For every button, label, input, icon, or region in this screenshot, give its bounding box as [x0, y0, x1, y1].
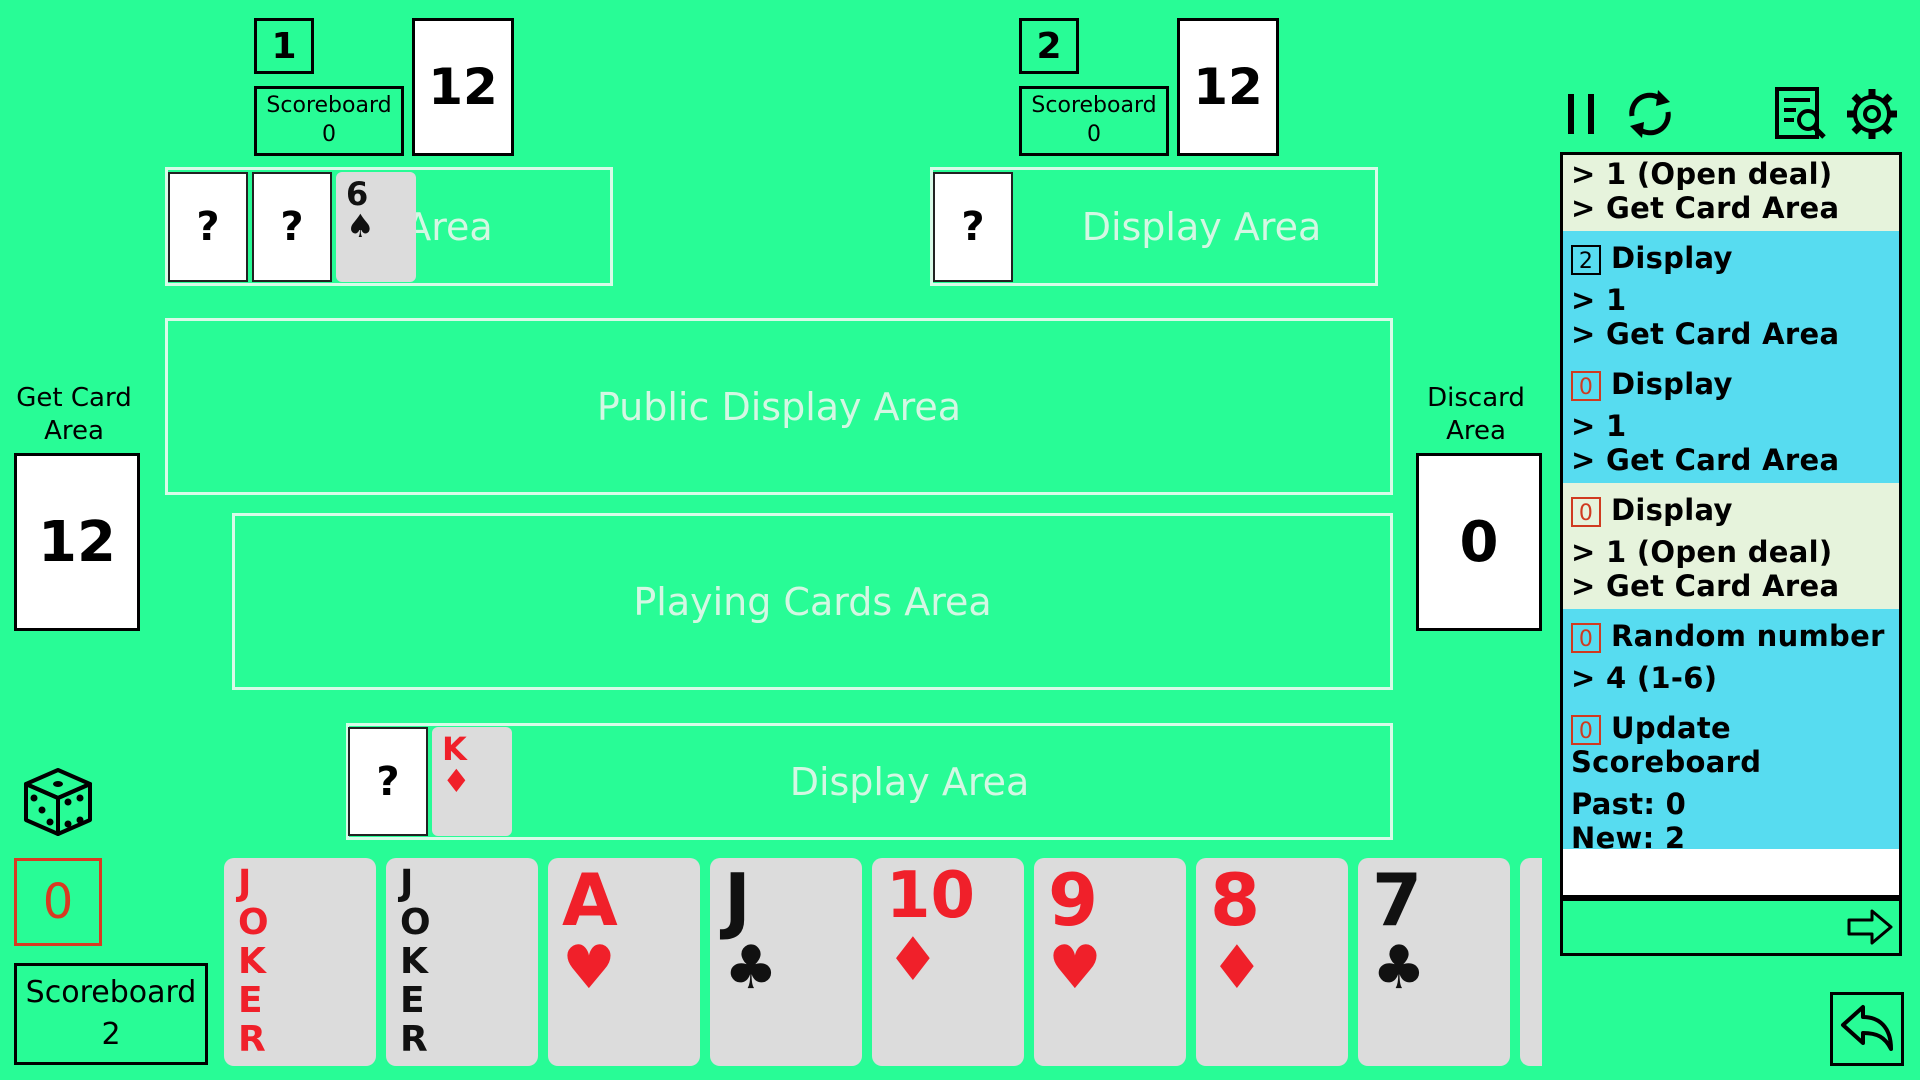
card-rank: 8 — [1210, 858, 1261, 942]
dice-icon[interactable] — [20, 764, 96, 840]
hand-card-jack-clubs[interactable]: J ♣ — [710, 858, 862, 1066]
hand-card-ace-hearts[interactable]: A ♥ — [548, 858, 700, 1066]
hand-card-partial[interactable] — [1520, 858, 1542, 1066]
club-icon: ♣ — [724, 933, 778, 1003]
hand-card-9-hearts[interactable]: 9 ♥ — [1034, 858, 1186, 1066]
hand-card-7-clubs[interactable]: 7 ♣ — [1358, 858, 1510, 1066]
card-rank: A — [562, 858, 618, 942]
log-title: Display — [1611, 241, 1733, 275]
my-score-badge: 0 — [14, 858, 102, 946]
log-title: Display — [1611, 367, 1733, 401]
log-entry: > 1 (Open deal) > Get Card Area — [1563, 155, 1899, 231]
hand-card-black-joker[interactable]: JOKER — [386, 858, 538, 1066]
hand-area: JOKER JOKER A ♥ J ♣ 10 ♦ 9 ♥ 8 ♦ 7 ♣ — [222, 0, 1542, 1080]
arrow-right-icon[interactable] — [1846, 908, 1894, 946]
hand-card-8-diamonds[interactable]: 8 ♦ — [1196, 858, 1348, 1066]
log-entry: 2 Display > 1 > Get Card Area — [1563, 231, 1899, 357]
gear-icon[interactable] — [1844, 86, 1900, 142]
log-entry: 0 Display > 1 > Get Card Area — [1563, 357, 1899, 483]
hand-card-red-joker[interactable]: JOKER — [224, 858, 376, 1066]
heart-icon: ♥ — [1048, 933, 1102, 1003]
player-tag: 2 — [1571, 245, 1601, 275]
scoreboard-label: Scoreboard — [25, 975, 197, 1010]
get-card-pile[interactable]: 12 — [14, 453, 140, 631]
card-rank: JOKER — [238, 863, 269, 1060]
card-rank: J — [724, 858, 751, 942]
card-rank: JOKER — [400, 863, 431, 1060]
hand-card-10-diamonds[interactable]: 10 ♦ — [872, 858, 1024, 1066]
action-log-panel[interactable]: > 1 (Open deal) > Get Card Area 2 Display… — [1560, 152, 1902, 898]
heart-icon: ♥ — [562, 933, 616, 1003]
back-arrow-icon — [1841, 1005, 1893, 1051]
refresh-icon[interactable] — [1622, 86, 1678, 142]
card-rank: 10 — [886, 859, 976, 933]
log-search-icon[interactable] — [1774, 86, 1828, 142]
player-tag: 0 — [1571, 715, 1601, 745]
player-tag: 0 — [1571, 371, 1601, 401]
pause-icon[interactable] — [1564, 92, 1600, 136]
diamond-icon: ♦ — [1210, 933, 1264, 1003]
log-entry: 0 Display > 1 (Open deal) > Get Card Area — [1563, 483, 1899, 609]
card-rank: 7 — [1372, 858, 1423, 942]
scoreboard-value: 2 — [101, 1017, 121, 1052]
card-rank: 9 — [1048, 858, 1099, 942]
player-tag: 0 — [1571, 497, 1601, 527]
back-button[interactable] — [1830, 992, 1904, 1066]
player-tag: 0 — [1571, 623, 1601, 653]
my-scoreboard: Scoreboard 2 — [14, 963, 208, 1065]
log-title: Display — [1611, 493, 1733, 527]
log-entry: 0 Update Scoreboard Past: 0 New: 2 — [1563, 701, 1899, 855]
log-entry: 0 Random number > 4 (1-6) — [1563, 609, 1899, 701]
club-icon: ♣ — [1372, 933, 1426, 1003]
diamond-icon: ♦ — [886, 925, 940, 995]
log-title: Random number — [1611, 619, 1885, 653]
get-card-area-label: Get Card Area — [16, 383, 132, 446]
